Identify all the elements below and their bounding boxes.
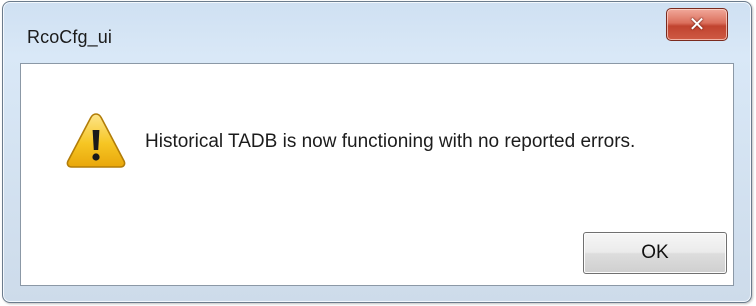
close-button[interactable]: ✕	[666, 8, 728, 41]
ok-button[interactable]: OK	[583, 232, 727, 274]
message-text: Historical TADB is now functioning with …	[145, 131, 636, 152]
dialog-content: Historical TADB is now functioning with …	[20, 63, 734, 286]
close-icon: ✕	[688, 12, 706, 36]
dialog-window: RcoCfg_ui ✕ Historical TADB is now funct…	[2, 1, 752, 303]
window-title: RcoCfg_ui	[27, 27, 112, 47]
warning-icon	[66, 113, 126, 168]
